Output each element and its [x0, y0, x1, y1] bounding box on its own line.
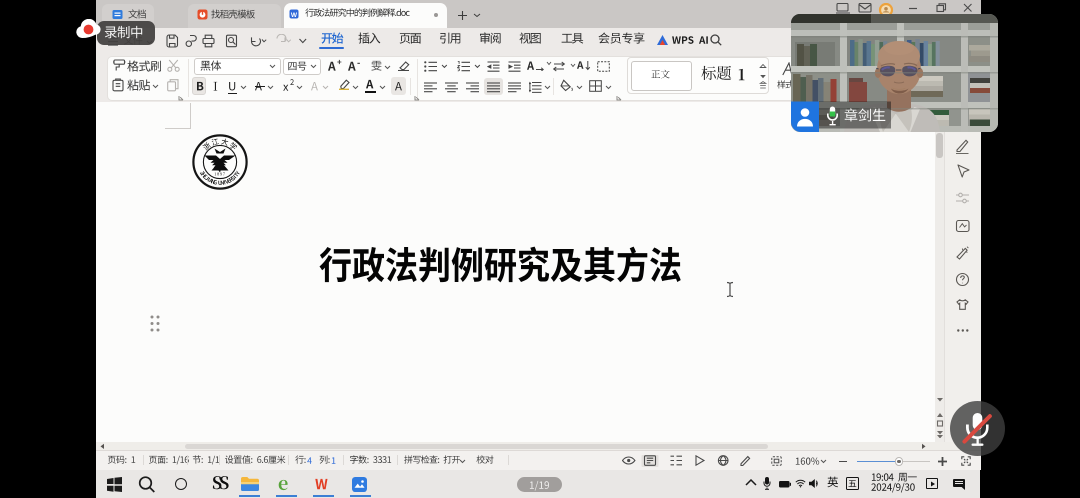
svg-text:1897: 1897	[214, 172, 226, 177]
svg-text:W: W	[291, 11, 298, 18]
